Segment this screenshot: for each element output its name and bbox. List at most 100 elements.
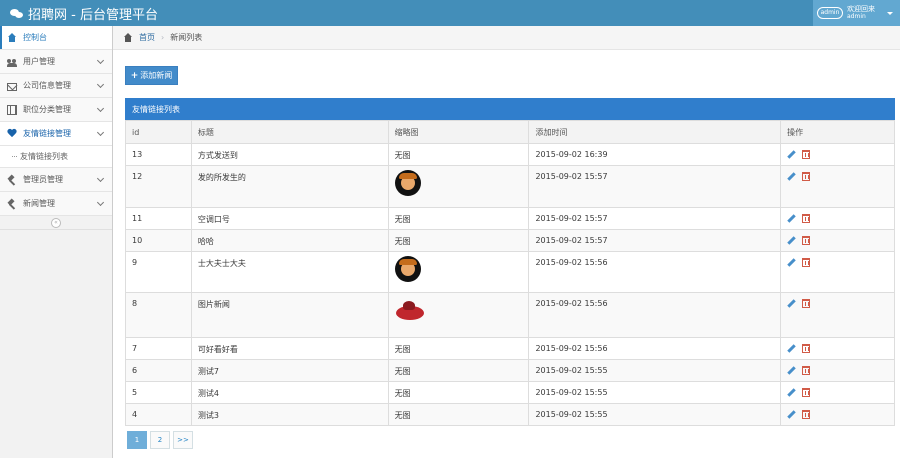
trash-icon[interactable] xyxy=(802,299,811,308)
edit-icon[interactable] xyxy=(787,214,796,223)
chevron-down-icon xyxy=(96,174,105,183)
row-actions xyxy=(787,410,888,419)
cell-time: 2015-09-02 15:55 xyxy=(528,381,782,404)
breadcrumb-current: 新闻列表 xyxy=(170,33,203,42)
chevron-down-icon xyxy=(96,80,105,89)
caret-down-icon xyxy=(887,12,893,15)
column-header-thumbnail: 缩略图 xyxy=(387,120,530,144)
table-row: 13 方式发送到 无图 2015-09-02 16:39 xyxy=(125,143,895,166)
breadcrumb-home-link[interactable]: 首页 xyxy=(139,32,155,43)
sidebar-item-label: 管理员管理 xyxy=(23,175,63,184)
trash-icon[interactable] xyxy=(802,214,811,223)
cell-actions xyxy=(780,292,895,338)
plus-icon: + xyxy=(130,70,139,81)
cell-id: 11 xyxy=(125,207,192,230)
edit-icon[interactable] xyxy=(787,388,796,397)
cell-actions xyxy=(780,143,895,166)
chevron-down-icon xyxy=(96,56,105,65)
cell-id: 7 xyxy=(125,337,192,360)
row-actions xyxy=(787,214,888,223)
table-row: 10 哈哈 无图 2015-09-02 15:57 xyxy=(125,229,895,252)
sidebar-item-job-category[interactable]: 职位分类管理 xyxy=(0,98,112,122)
cell-time: 2015-09-02 15:56 xyxy=(528,337,782,360)
cell-actions xyxy=(780,207,895,230)
edit-icon[interactable] xyxy=(787,366,796,375)
page-1-button[interactable]: 1 xyxy=(127,431,147,449)
trash-icon[interactable] xyxy=(802,236,811,245)
cell-actions xyxy=(780,229,895,252)
cell-thumbnail: 无图 xyxy=(387,207,530,230)
trash-icon[interactable] xyxy=(802,366,811,375)
edit-icon[interactable] xyxy=(787,299,796,308)
cell-id: 8 xyxy=(125,292,192,338)
edit-icon[interactable] xyxy=(787,410,796,419)
cell-title: 哈哈 xyxy=(190,229,389,252)
edit-icon[interactable] xyxy=(787,236,796,245)
trash-icon[interactable] xyxy=(802,410,811,419)
row-actions xyxy=(787,388,888,397)
thumbnail-image xyxy=(395,297,424,323)
collapse-sidebar-icon[interactable]: « xyxy=(51,218,61,228)
cell-id: 4 xyxy=(125,403,192,426)
envelope-icon xyxy=(7,82,17,91)
add-news-label: 添加新闻 xyxy=(140,71,173,80)
cell-title: 空调口号 xyxy=(190,207,389,230)
cell-id: 9 xyxy=(125,251,192,293)
greeting: 欢迎回来 xyxy=(847,5,875,13)
cell-thumbnail: 无图 xyxy=(387,337,530,360)
cell-thumbnail xyxy=(387,292,530,338)
welcome-text: 欢迎回来 admin xyxy=(847,5,875,21)
row-actions xyxy=(787,236,888,245)
cell-thumbnail xyxy=(387,251,530,293)
sidebar-item-news[interactable]: 新闻管理 xyxy=(0,192,112,216)
table-row: 11 空调口号 无图 2015-09-02 15:57 xyxy=(125,207,895,230)
submenu-indicator xyxy=(12,156,17,157)
sidebar-item-users[interactable]: 用户管理 xyxy=(0,50,112,74)
cell-time: 2015-09-02 15:57 xyxy=(528,229,782,252)
gavel-icon xyxy=(7,175,17,185)
sidebar-item-friendlinks[interactable]: 友情链接管理 xyxy=(0,122,112,146)
trash-icon[interactable] xyxy=(802,388,811,397)
username: admin xyxy=(847,13,866,20)
trash-icon[interactable] xyxy=(802,172,811,181)
row-actions xyxy=(787,344,888,353)
row-actions xyxy=(787,258,888,267)
avatar: admin xyxy=(817,7,843,19)
cell-id: 6 xyxy=(125,359,192,382)
sidebar-subitem-friendlink-list[interactable]: 友情链接列表 xyxy=(0,146,112,168)
next-page-button[interactable]: >> xyxy=(173,431,193,449)
brand[interactable]: 招聘网 - 后台管理平台 xyxy=(10,4,158,23)
trash-icon[interactable] xyxy=(802,258,811,267)
cell-id: 5 xyxy=(125,381,192,404)
edit-icon[interactable] xyxy=(787,344,796,353)
sidebar-item-dashboard[interactable]: 控制台 xyxy=(0,26,112,50)
cell-title: 图片新闻 xyxy=(190,292,389,338)
cell-time: 2015-09-02 15:57 xyxy=(528,165,782,208)
cell-thumbnail: 无图 xyxy=(387,359,530,382)
trash-icon[interactable] xyxy=(802,344,811,353)
table-row: 6 测试7 无图 2015-09-02 15:55 xyxy=(125,359,895,382)
cell-thumbnail: 无图 xyxy=(387,143,530,166)
edit-icon[interactable] xyxy=(787,172,796,181)
top-navbar: 招聘网 - 后台管理平台 admin 欢迎回来 admin xyxy=(0,0,900,26)
chevron-down-icon xyxy=(96,104,105,113)
cell-thumbnail: 无图 xyxy=(387,229,530,252)
table-header-row: id 标题 缩略图 添加时间 操作 xyxy=(125,120,895,144)
cell-title: 可好看好看 xyxy=(190,337,389,360)
trash-icon[interactable] xyxy=(802,150,811,159)
user-menu[interactable]: admin 欢迎回来 admin xyxy=(813,0,900,26)
add-news-button[interactable]: + 添加新闻 xyxy=(125,66,178,85)
heart-icon xyxy=(7,129,17,139)
sidebar-item-label: 控制台 xyxy=(23,33,47,42)
edit-icon[interactable] xyxy=(787,258,796,267)
cell-id: 13 xyxy=(125,143,192,166)
sidebar-item-admins[interactable]: 管理员管理 xyxy=(0,168,112,192)
cell-time: 2015-09-02 15:57 xyxy=(528,207,782,230)
cell-actions xyxy=(780,165,895,208)
sidebar-item-company[interactable]: 公司信息管理 xyxy=(0,74,112,98)
sidebar-item-label: 用户管理 xyxy=(23,57,55,66)
column-header-actions: 操作 xyxy=(780,120,895,144)
sidebar-item-label: 职位分类管理 xyxy=(23,105,71,114)
page-2-button[interactable]: 2 xyxy=(150,431,170,449)
edit-icon[interactable] xyxy=(787,150,796,159)
